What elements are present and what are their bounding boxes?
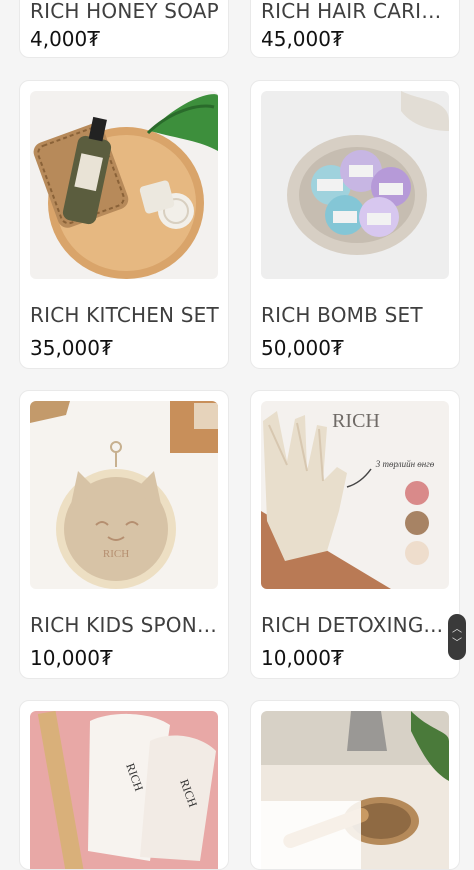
- product-card-bomb-set[interactable]: RICH BOMB SET 50,000₮: [250, 80, 460, 369]
- product-image[interactable]: [261, 91, 449, 279]
- product-price: 50,000₮: [261, 336, 344, 360]
- product-image[interactable]: [261, 711, 449, 869]
- product-card-detoxing[interactable]: RICH 3 төрлийн өнгө RICH DETOXING... 10,…: [250, 390, 460, 679]
- product-name: RICH BOMB SET: [261, 303, 423, 327]
- product-price: 10,000₮: [30, 646, 113, 670]
- product-image[interactable]: RICH RICH: [30, 711, 218, 869]
- product-card-hair-towel[interactable]: RICH RICH: [19, 700, 229, 870]
- chevron-down-icon[interactable]: ﹀: [452, 637, 462, 651]
- product-image[interactable]: [30, 91, 218, 279]
- product-name: RICH DETOXING...: [261, 613, 444, 637]
- product-card-kids-sponge[interactable]: RICH RICH KIDS SPONGE 10,000₮: [19, 390, 229, 679]
- product-price: 4,000₮: [30, 27, 100, 51]
- scroll-controls[interactable]: ︿ ﹀: [448, 614, 466, 660]
- detox-brand-text: RICH: [332, 410, 380, 432]
- product-name: RICH KIDS SPONGE: [30, 613, 224, 637]
- product-name: RICH HAIR CARIN...: [261, 0, 455, 23]
- product-price: 10,000₮: [261, 646, 344, 670]
- product-image[interactable]: RICH 3 төрлийн өнгө: [261, 401, 449, 589]
- product-name: RICH KITCHEN SET: [30, 303, 219, 327]
- product-card-kitchen-set[interactable]: RICH KITCHEN SET 35,000₮: [19, 80, 229, 369]
- product-image[interactable]: RICH: [30, 401, 218, 589]
- product-name: RICH HONEY SOAP: [30, 0, 219, 23]
- sponge-brand-text: RICH: [103, 548, 129, 560]
- product-card-hair-caring[interactable]: RICH HAIR CARIN... 45,000₮: [250, 0, 460, 58]
- product-card-bath-brush[interactable]: [250, 700, 460, 870]
- product-price: 35,000₮: [30, 336, 113, 360]
- detox-caption-text: 3 төрлийн өнгө: [375, 459, 435, 469]
- product-price: 45,000₮: [261, 27, 344, 51]
- product-card-honey-soap[interactable]: RICH HONEY SOAP 4,000₮: [19, 0, 229, 58]
- chevron-up-icon[interactable]: ︿: [452, 623, 462, 637]
